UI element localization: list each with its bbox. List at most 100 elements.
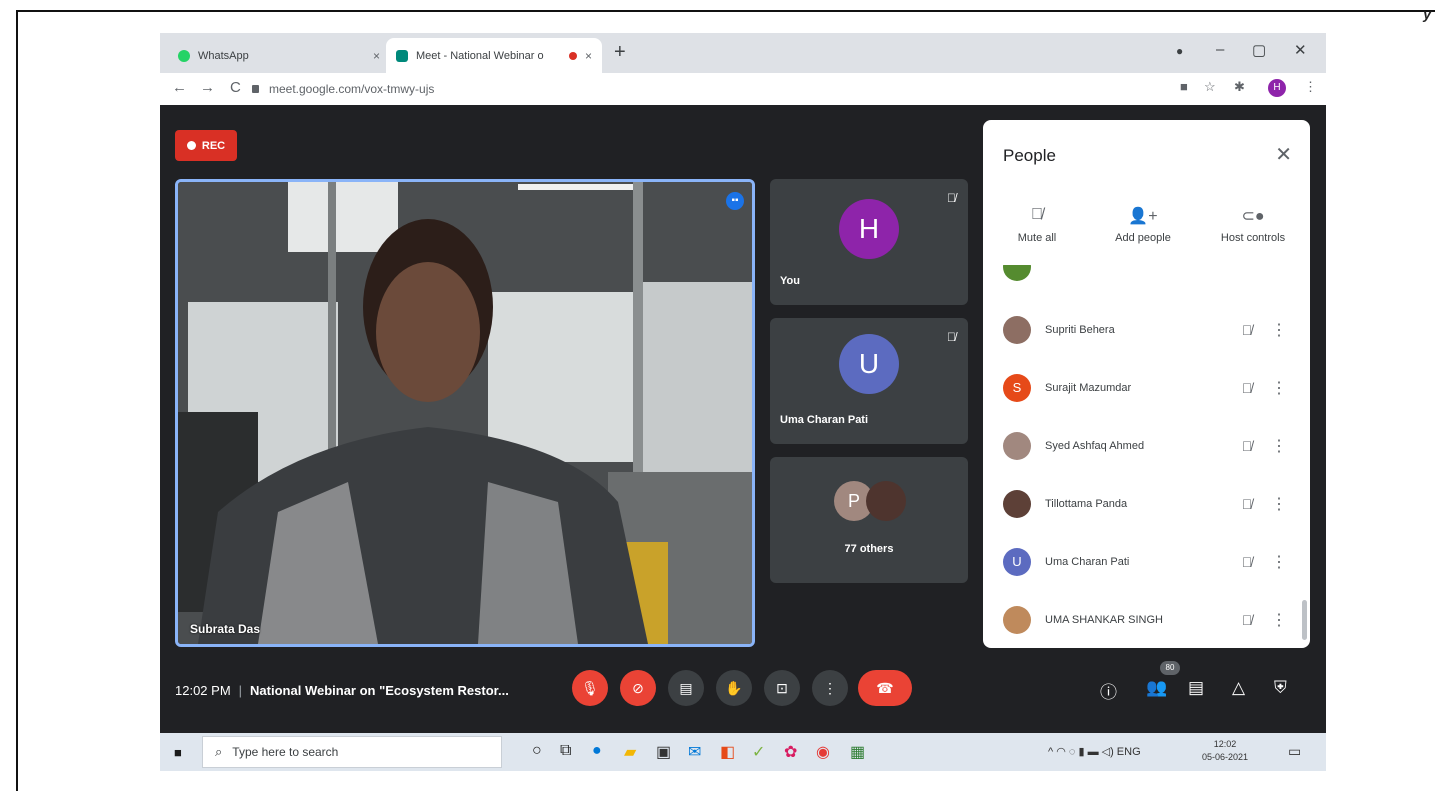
meeting-title: National Webinar on "Ecosystem Restor... bbox=[250, 683, 509, 698]
participant-name: Uma Charan Pati bbox=[780, 414, 869, 426]
file-explorer-icon[interactable]: ▰ bbox=[624, 742, 636, 762]
list-item[interactable]: Syed Ashfaq Ahmed 🎙̸ ⋮ bbox=[1003, 426, 1293, 466]
sticky-notes-icon[interactable]: ✓ bbox=[752, 742, 765, 762]
meeting-info: 12:02 PM | National Webinar on "Ecosystem … bbox=[175, 683, 509, 698]
mic-off-icon[interactable]: 🎙̸ bbox=[1225, 612, 1269, 628]
edge-icon[interactable]: ● bbox=[592, 742, 602, 760]
office-icon[interactable]: ◧ bbox=[720, 742, 735, 762]
close-panel-icon[interactable]: ✕ bbox=[1275, 142, 1292, 167]
more-options-icon[interactable]: ⋮ bbox=[1269, 494, 1289, 514]
host-controls-icon[interactable]: ⛨ bbox=[1274, 678, 1287, 698]
recording-indicator-icon bbox=[568, 51, 577, 60]
reload-button[interactable]: C bbox=[230, 79, 241, 96]
tab-whatsapp[interactable]: WhatsApp × bbox=[168, 38, 390, 73]
add-people-button[interactable]: 👤+ Add people bbox=[1093, 206, 1193, 244]
leave-call-button[interactable]: ☎ bbox=[858, 670, 912, 706]
list-item[interactable]: U Uma Charan Pati 🎙̸ ⋮ bbox=[1003, 542, 1293, 582]
avatar: U bbox=[839, 334, 899, 394]
list-item[interactable]: S Surajit Mazumdar 🎙̸ ⋮ bbox=[1003, 368, 1293, 408]
more-options-icon[interactable]: ⋮ bbox=[1269, 552, 1289, 572]
more-options-icon[interactable]: ⋮ bbox=[1269, 436, 1289, 456]
info-icon[interactable]: ⓘ bbox=[1100, 678, 1117, 703]
task-view-icon[interactable]: ⧉ bbox=[560, 742, 571, 760]
whatsapp-icon bbox=[178, 49, 190, 62]
mic-off-icon[interactable]: 🎙̸ bbox=[1225, 554, 1269, 570]
new-tab-button[interactable]: + bbox=[614, 41, 626, 64]
windows-start-icon[interactable]: ■ bbox=[174, 745, 182, 760]
activities-icon[interactable]: △ bbox=[1232, 678, 1245, 698]
list-item[interactable]: Supriti Behera 🎙̸ ⋮ bbox=[1003, 310, 1293, 350]
tab-meet[interactable]: Meet - National Webinar o × bbox=[386, 38, 602, 73]
mic-toggle-button[interactable]: 🎙 bbox=[572, 670, 608, 706]
search-placeholder: Type here to search bbox=[232, 745, 339, 759]
mute-all-label: Mute all bbox=[1017, 232, 1057, 244]
panel-scrollbar[interactable] bbox=[1302, 600, 1307, 640]
mute-all-button[interactable]: 🎙̸ Mute all bbox=[987, 206, 1087, 244]
raise-hand-button[interactable]: ✋ bbox=[716, 670, 752, 706]
forward-button[interactable]: → bbox=[200, 79, 215, 96]
avatar: H bbox=[839, 199, 899, 259]
main-video-tile[interactable]: ▪▪ Subrata Das bbox=[175, 179, 755, 647]
store-icon[interactable]: ▣ bbox=[656, 742, 671, 762]
back-button[interactable]: ← bbox=[172, 79, 187, 96]
more-options-icon: ⋮ bbox=[823, 680, 837, 696]
notification-icon[interactable]: ▭ bbox=[1288, 743, 1301, 760]
paint-icon[interactable]: ✿ bbox=[784, 742, 797, 762]
url-field[interactable]: meet.google.com/vox-tmwy-ujs bbox=[252, 77, 1132, 101]
participant-name: You bbox=[780, 275, 800, 287]
more-options-icon[interactable]: ⋮ bbox=[1269, 378, 1289, 398]
participant-name: UMA SHANKAR SINGH bbox=[1045, 614, 1163, 626]
lock-icon bbox=[252, 85, 259, 93]
tab-close-icon[interactable]: × bbox=[373, 49, 380, 63]
close-window-button[interactable]: ✕ bbox=[1294, 41, 1307, 59]
bookmark-star-icon[interactable]: ☆ bbox=[1204, 79, 1216, 95]
participant-tile[interactable]: 🎙̸ H You bbox=[770, 179, 968, 305]
avatar bbox=[1003, 316, 1031, 344]
mail-icon[interactable]: ✉ bbox=[688, 742, 701, 762]
taskbar-search-input[interactable]: ⌕ Type here to search bbox=[202, 736, 502, 768]
mic-off-icon[interactable]: 🎙̸ bbox=[1225, 438, 1269, 454]
system-tray[interactable]: ^ ◠ ◌ ▮ ▬ ◁) ENG bbox=[1048, 745, 1141, 758]
calculator-icon[interactable]: ▦ bbox=[850, 742, 865, 762]
tab-bar: WhatsApp × Meet - National Webinar o × +… bbox=[160, 33, 1326, 73]
others-count: 77 others bbox=[844, 543, 894, 555]
more-options-icon[interactable]: ⋮ bbox=[1269, 320, 1289, 340]
chat-icon[interactable]: ▤ bbox=[1188, 678, 1204, 698]
profile-avatar[interactable]: H bbox=[1268, 79, 1286, 97]
participant-name: Tillottama Panda bbox=[1045, 498, 1128, 510]
mic-off-icon: 🎙̸ bbox=[947, 191, 956, 205]
tab-close-icon[interactable]: × bbox=[585, 49, 592, 63]
extensions-icon[interactable]: ✱ bbox=[1234, 79, 1245, 95]
others-tile[interactable]: P 77 others bbox=[770, 457, 968, 583]
host-controls-button[interactable]: ⊂● Host controls bbox=[1203, 206, 1303, 244]
minimize-button[interactable]: – bbox=[1216, 41, 1224, 58]
avatar bbox=[1003, 606, 1031, 634]
more-options-button[interactable]: ⋮ bbox=[812, 670, 848, 706]
participant-name: Surajit Mazumdar bbox=[1045, 382, 1132, 394]
more-options-icon[interactable]: ⋮ bbox=[1269, 610, 1289, 630]
mic-off-icon[interactable]: 🎙̸ bbox=[1225, 496, 1269, 512]
captions-button[interactable]: ▤ bbox=[668, 670, 704, 706]
mic-off-icon[interactable]: 🎙̸ bbox=[1225, 380, 1269, 396]
taskbar-clock[interactable]: 12:02 05-06-2021 bbox=[1202, 738, 1248, 764]
present-button[interactable]: ⊡ bbox=[764, 670, 800, 706]
list-item[interactable]: Tillottama Panda 🎙̸ ⋮ bbox=[1003, 484, 1293, 524]
maximize-button[interactable]: ▢ bbox=[1252, 41, 1266, 59]
camera-icon[interactable]: ■ bbox=[1180, 79, 1188, 94]
account-icon[interactable]: ● bbox=[1176, 44, 1183, 58]
tab-title: WhatsApp bbox=[198, 49, 249, 62]
people-icon[interactable]: 👥 bbox=[1146, 678, 1167, 698]
avatar bbox=[1003, 432, 1031, 460]
speaker-name: Subrata Das bbox=[190, 622, 261, 636]
participant-tile[interactable]: 🎙̸ U Uma Charan Pati bbox=[770, 318, 968, 444]
cortana-icon[interactable]: ○ bbox=[532, 742, 542, 760]
mic-off-icon: 🎙̸ bbox=[947, 330, 956, 344]
mic-off-icon[interactable]: 🎙̸ bbox=[1225, 322, 1269, 338]
chrome-icon[interactable]: ◉ bbox=[816, 742, 830, 762]
add-person-icon: 👤+ bbox=[1128, 208, 1158, 225]
list-item[interactable] bbox=[1003, 265, 1293, 285]
clock-date: 05-06-2021 bbox=[1202, 752, 1249, 762]
menu-icon[interactable]: ⋮ bbox=[1304, 79, 1317, 95]
camera-toggle-button[interactable]: ⊘ bbox=[620, 670, 656, 706]
list-item[interactable]: UMA SHANKAR SINGH 🎙̸ ⋮ bbox=[1003, 600, 1293, 640]
